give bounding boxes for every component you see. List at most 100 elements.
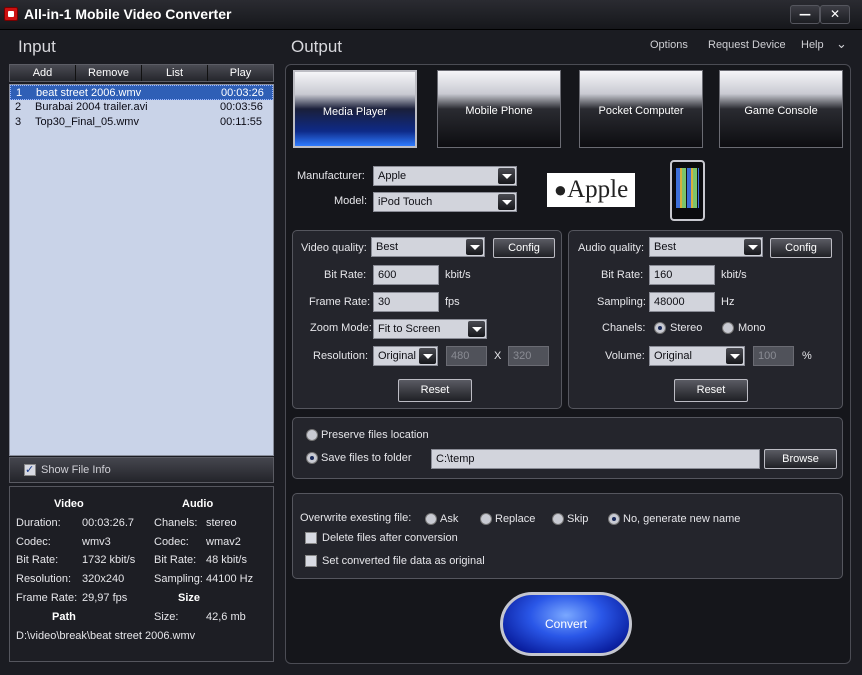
- video-bitrate-label: Bit Rate:: [324, 269, 367, 281]
- delete-after-checkbox[interactable]: [305, 532, 317, 544]
- input-toolbar: Add Remove List Play: [9, 64, 274, 82]
- audio-sampling-label: Sampling:: [597, 296, 646, 308]
- audio-chanels-label: Chanels:: [154, 517, 198, 529]
- minimize-button[interactable]: —: [790, 5, 820, 24]
- audio-bitrate-label: Bit Rate:: [154, 554, 197, 566]
- device-image: [670, 160, 705, 221]
- play-button[interactable]: Play: [208, 65, 273, 81]
- file-row[interactable]: 3 Top30_Final_05.wmv 00:11:55: [10, 115, 273, 130]
- resolution-height-input[interactable]: 320: [508, 346, 549, 366]
- file-info-panel: Video Audio Duration: 00:03:26.7 Codec: …: [9, 486, 274, 662]
- audio-sampling-input[interactable]: 48000: [649, 292, 715, 312]
- audio-quality-value: Best: [654, 241, 677, 253]
- audio-info-heading: Audio: [182, 498, 214, 510]
- zoom-mode-value: Fit to Screen: [378, 323, 441, 335]
- framerate-unit: fps: [445, 296, 460, 308]
- resolution-select[interactable]: Original: [373, 346, 438, 366]
- chevron-down-icon: [468, 321, 485, 337]
- show-file-info-label: Show File Info: [41, 464, 111, 476]
- chevron-down-icon: [466, 239, 483, 255]
- chevron-down-icon[interactable]: ⌄: [836, 36, 847, 52]
- file-number: 3: [15, 116, 22, 128]
- convert-button[interactable]: Convert: [500, 592, 632, 656]
- add-button[interactable]: Add: [10, 65, 76, 81]
- overwrite-ask-radio[interactable]: [425, 513, 437, 525]
- file-row[interactable]: 2 Burabai 2004 trailer.avi 00:03:56: [10, 100, 273, 115]
- audio-codec-label: Codec:: [154, 536, 189, 548]
- audio-quality-label: Audio quality:: [578, 242, 645, 254]
- output-location-panel: [292, 417, 843, 479]
- preserve-location-label: Preserve files location: [321, 429, 429, 441]
- save-to-folder-radio[interactable]: [306, 452, 318, 464]
- browse-button[interactable]: Browse: [764, 449, 837, 469]
- file-duration: 00:11:55: [220, 116, 263, 128]
- category-media-player[interactable]: Media Player: [293, 70, 417, 148]
- audio-config-button[interactable]: Config: [770, 238, 832, 258]
- request-device-link[interactable]: Request Device: [708, 39, 786, 51]
- list-button[interactable]: List: [142, 65, 208, 81]
- stereo-radio[interactable]: [654, 322, 666, 334]
- path-value: D:\video\break\beat street 2006.wmv: [16, 630, 196, 642]
- overwrite-replace-label: Replace: [495, 513, 536, 525]
- chevron-down-icon: [726, 348, 743, 364]
- overwrite-replace-radio[interactable]: [480, 513, 492, 525]
- video-bitrate-input[interactable]: 600: [373, 265, 439, 285]
- file-row[interactable]: 1 beat street 2006.wmv 00:03:26: [10, 85, 273, 100]
- audio-reset-button[interactable]: Reset: [674, 379, 748, 402]
- bitrate-label: Bit Rate:: [16, 554, 59, 566]
- category-pocket-computer[interactable]: Pocket Computer: [579, 70, 703, 148]
- file-number: 2: [15, 101, 22, 113]
- resolution-value: 320x240: [82, 573, 125, 585]
- model-select[interactable]: iPod Touch: [373, 192, 517, 212]
- volume-select[interactable]: Original: [649, 346, 745, 366]
- brand-logo-text: Apple: [567, 176, 629, 203]
- stereo-label: Stereo: [670, 322, 703, 334]
- audio-codec-value: wmav2: [206, 536, 241, 548]
- video-bitrate-unit: kbit/s: [445, 269, 471, 281]
- category-mobile-phone[interactable]: Mobile Phone: [437, 70, 561, 148]
- show-file-info-checkbox[interactable]: [24, 463, 36, 476]
- output-folder-input[interactable]: C:\temp: [431, 449, 760, 469]
- volume-value: Original: [654, 350, 692, 362]
- overwrite-skip-radio[interactable]: [552, 513, 564, 525]
- video-reset-button[interactable]: Reset: [398, 379, 472, 402]
- zoom-mode-select[interactable]: Fit to Screen: [373, 319, 487, 339]
- video-quality-select[interactable]: Best: [371, 237, 485, 257]
- video-config-button[interactable]: Config: [493, 238, 555, 258]
- model-label: Model:: [334, 195, 368, 207]
- input-heading: Input: [18, 37, 56, 56]
- resolution-x-label: X: [494, 350, 502, 362]
- chevron-down-icon: [498, 168, 515, 184]
- audio-quality-select[interactable]: Best: [649, 237, 763, 257]
- preserve-location-radio[interactable]: [306, 429, 318, 441]
- manufacturer-select[interactable]: Apple: [373, 166, 517, 186]
- codec-value: wmv3: [82, 536, 111, 548]
- manufacturer-label: Manufacturer:: [297, 170, 365, 182]
- model-value: iPod Touch: [378, 196, 433, 208]
- manufacturer-value: Apple: [378, 170, 407, 182]
- mono-radio[interactable]: [722, 322, 734, 334]
- set-original-checkbox[interactable]: [305, 555, 317, 567]
- duration-value: 00:03:26.7: [82, 517, 134, 529]
- remove-button[interactable]: Remove: [76, 65, 142, 81]
- options-link[interactable]: Options: [650, 39, 688, 51]
- framerate-input[interactable]: 30: [373, 292, 439, 312]
- close-button[interactable]: ✕: [820, 5, 850, 24]
- zoom-mode-label: Zoom Mode:: [310, 322, 372, 334]
- category-game-console[interactable]: Game Console: [719, 70, 843, 148]
- framerate-label: Frame Rate:: [309, 296, 371, 308]
- volume-label: Volume:: [605, 350, 645, 362]
- audio-bitrate-value: 48 kbit/s: [206, 554, 247, 566]
- help-link[interactable]: Help: [801, 39, 824, 51]
- overwrite-new-name-radio[interactable]: [608, 513, 620, 525]
- framerate-value: 29,97 fps: [82, 592, 128, 604]
- audio-chanels-value: stereo: [206, 517, 237, 529]
- audio-bitrate-input[interactable]: 160: [649, 265, 715, 285]
- show-file-info-bar: Show File Info: [9, 457, 274, 483]
- output-heading: Output: [291, 37, 343, 56]
- resolution-width-input[interactable]: 480: [446, 346, 487, 366]
- volume-input[interactable]: 100: [753, 346, 794, 366]
- file-list[interactable]: 1 beat street 2006.wmv 00:03:26 2 Buraba…: [9, 84, 274, 456]
- file-name: beat street 2006.wmv: [36, 87, 142, 99]
- volume-unit: %: [802, 350, 812, 362]
